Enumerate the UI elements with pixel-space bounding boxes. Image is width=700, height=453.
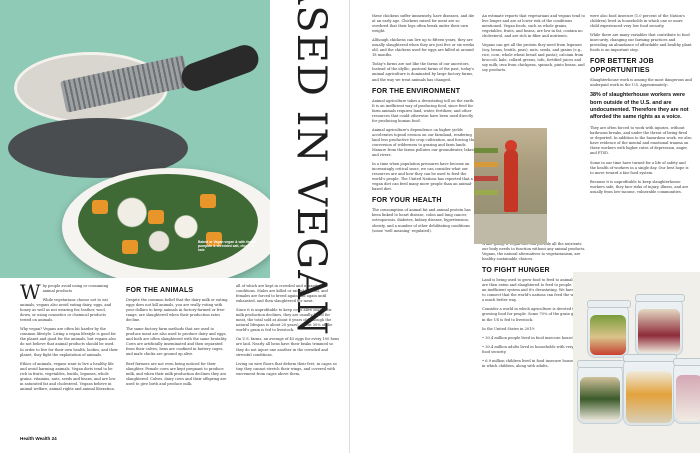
intro-lead: hy people avoid using or consuming anima… xyxy=(42,284,109,294)
body-paragraph: Because it is unprofitable to keep slaug… xyxy=(590,179,689,194)
jobs-heading: FOR BETTER JOB OPPORTUNITIES xyxy=(590,58,654,75)
jar xyxy=(577,360,625,424)
body-paragraph: were also food insecure (1.0 percent of … xyxy=(590,14,685,29)
body-paragraph: While there are many variables that cont… xyxy=(590,33,692,53)
squash-piece xyxy=(122,240,138,254)
third-column: all of which are kept in crowded and uns… xyxy=(236,284,340,381)
market-floor xyxy=(474,214,547,244)
list-item: • 30.4 million adults lived in household… xyxy=(482,344,582,354)
jar xyxy=(673,358,700,424)
magazine-spread: Baked or Vegan vegan & with fennel pumpk… xyxy=(0,0,700,453)
body-paragraph: Living on wire floors that deform their … xyxy=(236,361,337,376)
body-paragraph: Slaughterhouse work is among the most da… xyxy=(590,78,692,88)
body-paragraph: these chickens suffer immensely, have di… xyxy=(372,14,475,34)
animals-paragraph: The same factory farm methods that are u… xyxy=(126,327,228,357)
health-heading: FOR YOUR HEALTH xyxy=(372,197,442,205)
intro-paragraph: Ethics of animals, vegans want to live a… xyxy=(20,361,116,391)
intro-paragraph: Why vegan? Vegans are often hit harder b… xyxy=(20,327,118,357)
produce-shelf xyxy=(474,162,498,167)
salad xyxy=(78,174,258,270)
body-paragraph: Animal agriculture's dependence on highe… xyxy=(372,127,476,158)
body-paragraph: On U.S. farms, an average of 45 eggs for… xyxy=(236,337,340,357)
squash-piece xyxy=(200,194,216,208)
jar xyxy=(635,294,685,356)
body-paragraph: Although chickens can live up to fifteen… xyxy=(372,38,475,58)
intro-column: Why people avoid using or consuming anim… xyxy=(20,280,118,396)
body-paragraph: The consumption of animal fat and animal… xyxy=(372,208,471,233)
hunger-heading: TO FIGHT HUNGER xyxy=(482,267,550,275)
animals-heading: FOR THE ANIMALS xyxy=(126,287,194,294)
list-item: • 6.9 million children lived in food ins… xyxy=(482,358,583,368)
animals-paragraph: Despite the common belief that the dairy… xyxy=(126,298,228,323)
body-paragraph: all of which are kept in crowded and uns… xyxy=(236,284,328,304)
body-paragraph: While going, a vegan diet can provide al… xyxy=(482,242,586,262)
list-item: • 30.4 million people lived in food inse… xyxy=(482,335,584,340)
jar xyxy=(623,354,677,426)
animals-paragraph: Beef farmers are not even being noticed … xyxy=(126,361,227,386)
produce-shelf xyxy=(474,190,498,195)
body-paragraph: Some in our time have turned for a life … xyxy=(590,160,689,175)
body-paragraph: Today's farms are not like the farms of … xyxy=(372,62,474,82)
produce-shelf xyxy=(474,148,498,153)
body-paragraph: An estimate reports that vegetarians and… xyxy=(482,14,586,39)
body-paragraph: Since it is unprofitable to keep cows al… xyxy=(236,308,333,333)
body-paragraph: In the United States in 2019: xyxy=(482,326,535,331)
produce-shelf xyxy=(474,176,498,181)
body-paragraph: Land is being used to grow food to feed … xyxy=(482,278,586,303)
right-column-3: were also food insecure (1.0 percent of … xyxy=(590,14,692,199)
body-paragraph: Vegans can get all the protein they need… xyxy=(482,43,585,73)
pull-quote: 38% of slaughterhouse workers were born … xyxy=(590,92,689,121)
jar xyxy=(587,300,631,358)
squash-piece xyxy=(148,210,164,224)
photo-caption: Baked or Vegan vegan & with fennel pumpk… xyxy=(198,240,257,253)
squash-piece xyxy=(92,200,108,214)
body-paragraph: Consider a world in which agriculture is… xyxy=(482,307,583,322)
jars-photo xyxy=(573,272,700,453)
shopper-figure xyxy=(504,150,518,212)
environment-heading: FOR THE ENVIRONMENT xyxy=(372,87,461,95)
body-paragraph: They are often forced to work with injur… xyxy=(590,126,692,156)
right-column-1: these chickens suffer immensely, have di… xyxy=(372,14,476,238)
grater-handle xyxy=(177,41,263,95)
dropcap: W xyxy=(20,280,41,304)
body-paragraph: Animal agriculture takes a devastating t… xyxy=(372,98,475,123)
body-paragraph: In a time when population pressures have… xyxy=(372,162,473,192)
hero-food-photo: Baked or Vegan vegan & with fennel pumpk… xyxy=(0,0,270,278)
headline: BASED IN VEGAN xyxy=(276,0,346,337)
animals-column: FOR THE ANIMALS Despite the common belie… xyxy=(126,282,230,391)
folio-left: Health Wealth 24 xyxy=(20,436,57,441)
market-photo xyxy=(474,128,547,244)
left-page: Baked or Vegan vegan & with fennel pumpk… xyxy=(0,0,350,453)
